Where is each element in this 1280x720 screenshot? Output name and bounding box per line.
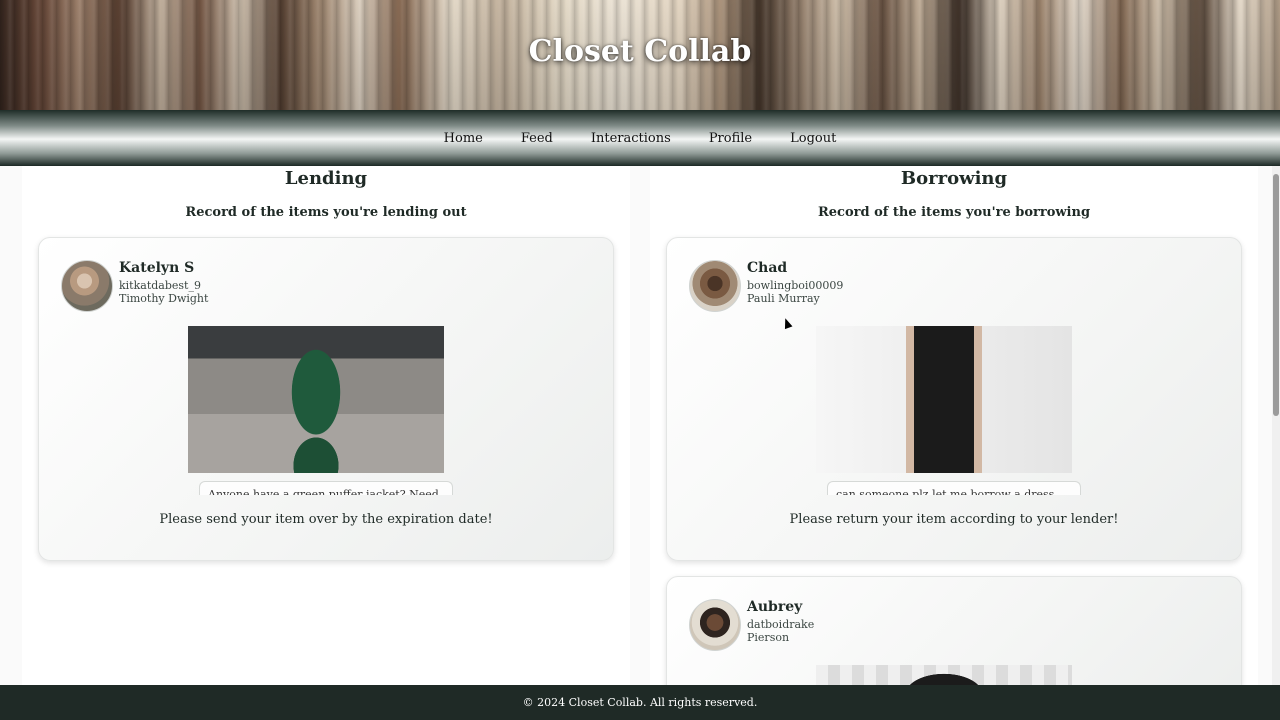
main-content: Lending Record of the items you're lendi… [0, 166, 1272, 685]
borrowing-title: Borrowing [900, 168, 1008, 189]
avatar[interactable] [689, 260, 741, 312]
user-handle: datboidrake [747, 618, 815, 631]
borrowing-note: Please return your item according to you… [789, 512, 1119, 527]
user-name[interactable]: Chad [747, 260, 787, 276]
lending-note: Please send your item over by the expira… [159, 512, 493, 527]
user-handle: bowlingboi00009 [747, 279, 844, 292]
nav-interactions[interactable]: Interactions [572, 131, 690, 146]
user-college: Pauli Murray [747, 292, 820, 305]
user-college: Pierson [747, 631, 790, 644]
borrowing-column: Borrowing Record of the items you're bor… [650, 166, 1258, 685]
nav-profile[interactable]: Profile [690, 131, 771, 146]
user-handle: kitkatdabest_9 [119, 279, 201, 292]
main-nav: Home Feed Interactions Profile Logout [0, 110, 1280, 166]
footer: © 2024 Closet Collab. All rights reserve… [0, 685, 1280, 720]
lending-subtitle: Record of the items you're lending out [185, 205, 467, 220]
nav-logout[interactable]: Logout [771, 131, 855, 146]
user-college: Timothy Dwight [119, 292, 209, 305]
borrowing-card[interactable]: Aubrey datboidrake Pierson [666, 576, 1242, 685]
lending-title: Lending [284, 168, 368, 189]
user-name[interactable]: Aubrey [747, 599, 802, 615]
nav-home[interactable]: Home [425, 131, 502, 146]
lending-column: Lending Record of the items you're lendi… [22, 166, 630, 685]
item-description[interactable]: Anyone have a green puffer jacket? Need [199, 481, 453, 495]
borrowing-subtitle: Record of the items you're borrowing [817, 205, 1091, 220]
item-photo[interactable] [188, 326, 444, 473]
avatar[interactable] [61, 260, 113, 312]
page-scrollbar[interactable] [1272, 166, 1280, 685]
borrowing-card[interactable]: Chad bowlingboi00009 Pauli Murray can so… [666, 237, 1242, 561]
item-description[interactable]: can someone plz let me borrow a dress [827, 481, 1081, 495]
lending-card[interactable]: Katelyn S kitkatdabest_9 Timothy Dwight … [38, 237, 614, 561]
scrollbar-thumb[interactable] [1273, 174, 1279, 416]
nav-feed[interactable]: Feed [502, 131, 572, 146]
site-title: Closet Collab [528, 34, 752, 69]
item-photo[interactable] [816, 326, 1072, 473]
user-name[interactable]: Katelyn S [119, 260, 194, 276]
avatar[interactable] [689, 599, 741, 651]
item-photo[interactable] [816, 665, 1072, 685]
